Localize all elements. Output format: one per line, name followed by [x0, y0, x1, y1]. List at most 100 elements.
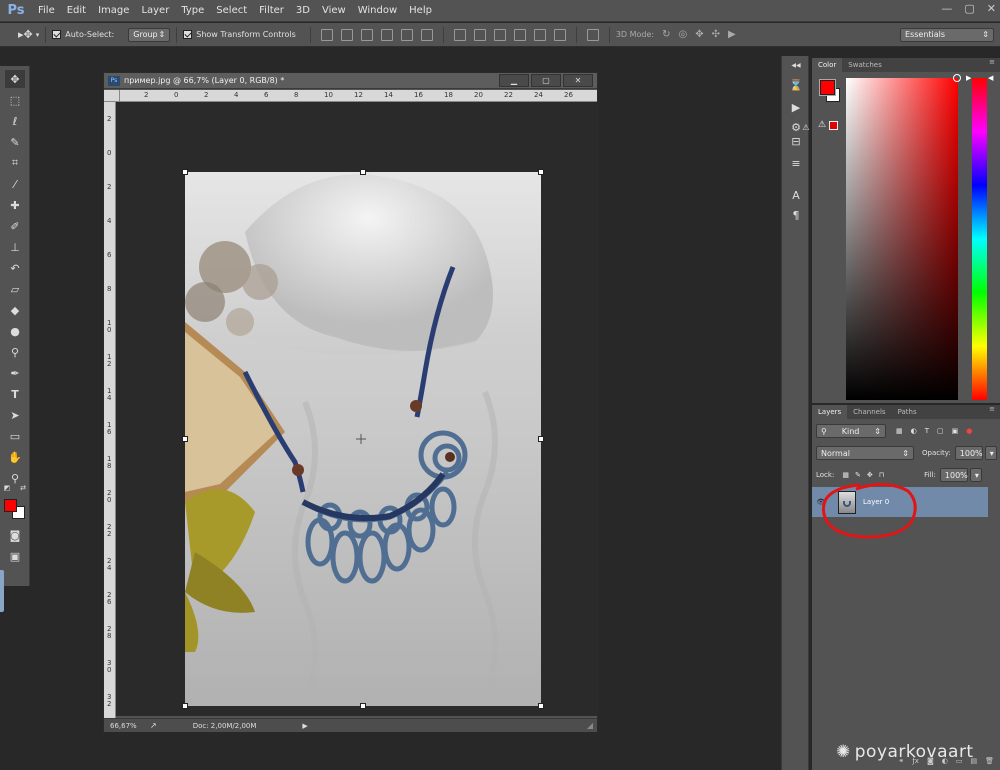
- transform-handle-tl[interactable]: [182, 169, 188, 175]
- pen-tool-icon[interactable]: ✒: [5, 364, 25, 382]
- collapsed-panel-tab[interactable]: [0, 570, 4, 612]
- align-top-icon[interactable]: [320, 28, 333, 41]
- filter-adjustment-icon[interactable]: ◐: [911, 427, 917, 435]
- move-tool-preset-icon[interactable]: ▸✥: [18, 28, 33, 41]
- paragraph-panel-icon[interactable]: ¶: [788, 208, 804, 222]
- filter-smart-object-icon[interactable]: ▣: [952, 427, 959, 435]
- tab-layers[interactable]: Layers: [812, 405, 848, 419]
- color-field[interactable]: [846, 78, 958, 400]
- close-button[interactable]: ✕: [987, 2, 996, 15]
- document-tab[interactable]: Ps пример.jpg @ 66,7% (Layer 0, RGB/8) *…: [104, 73, 597, 89]
- screen-mode-icon[interactable]: ▣: [5, 547, 25, 565]
- auto-select-checkbox[interactable]: [52, 30, 62, 39]
- history-panel-icon[interactable]: ⌛: [788, 78, 804, 92]
- doc-close-button[interactable]: ✕: [563, 74, 593, 87]
- hue-slider[interactable]: [972, 78, 987, 400]
- align-vcenter-icon[interactable]: [340, 28, 353, 41]
- opacity-input[interactable]: 100%: [954, 446, 983, 460]
- transform-handle-bc[interactable]: [360, 703, 366, 709]
- transform-handle-bl[interactable]: [182, 703, 188, 709]
- align-bottom-icon[interactable]: [360, 28, 373, 41]
- marquee-tool-icon[interactable]: ⬚: [5, 91, 25, 109]
- filter-pixel-icon[interactable]: ▦: [896, 427, 903, 435]
- fg-color-swatch[interactable]: [819, 79, 836, 96]
- quick-select-tool-icon[interactable]: ✎: [5, 133, 25, 151]
- menu-select[interactable]: Select: [210, 0, 253, 22]
- blend-mode-dropdown[interactable]: Normal ⇕: [816, 446, 914, 460]
- quick-mask-icon[interactable]: ◙: [5, 526, 25, 544]
- dodge-tool-icon[interactable]: ⚲: [5, 343, 25, 361]
- panel-menu-icon[interactable]: ≡: [989, 405, 1000, 419]
- distribute-bottom-icon[interactable]: [493, 28, 506, 41]
- align-right-icon[interactable]: [420, 28, 433, 41]
- distribute-hcenter-icon[interactable]: [533, 28, 546, 41]
- healing-brush-tool-icon[interactable]: ✚: [5, 196, 25, 214]
- fill-arrow-icon[interactable]: ▾: [969, 468, 982, 482]
- tab-channels[interactable]: Channels: [847, 405, 891, 419]
- crop-tool-icon[interactable]: ⌗: [5, 154, 25, 172]
- type-tool-icon[interactable]: T: [5, 385, 25, 403]
- transform-handle-br[interactable]: [538, 703, 544, 709]
- tab-swatches[interactable]: Swatches: [842, 58, 887, 72]
- adjustments-panel-icon[interactable]: ≡: [788, 156, 804, 170]
- distribute-right-icon[interactable]: [553, 28, 566, 41]
- hand-tool-icon[interactable]: ✋: [5, 448, 25, 466]
- hue-slider-marker-right-icon[interactable]: ◀: [988, 74, 993, 82]
- gamut-color-chip[interactable]: [829, 121, 838, 130]
- 3d-roll-icon[interactable]: ◎: [679, 29, 688, 40]
- menu-view[interactable]: View: [316, 0, 352, 22]
- panel-menu-icon[interactable]: ≡: [989, 58, 1000, 72]
- menu-file[interactable]: File: [32, 0, 61, 22]
- photo-layer-image[interactable]: [185, 172, 541, 706]
- 3d-drag-icon[interactable]: ✥: [695, 29, 703, 40]
- default-colors-icon[interactable]: ◩: [2, 484, 12, 492]
- doc-restore-button[interactable]: ▢: [531, 74, 561, 87]
- 3d-camera-icon[interactable]: ▶: [728, 29, 736, 40]
- export-icon[interactable]: ↗: [150, 721, 157, 730]
- clone-stamp-tool-icon[interactable]: ⊥: [5, 238, 25, 256]
- dock-collapse-icon[interactable]: ◀◀: [788, 58, 804, 72]
- align-left-icon[interactable]: [380, 28, 393, 41]
- transform-handle-mr[interactable]: [538, 436, 544, 442]
- tab-paths[interactable]: Paths: [892, 405, 923, 419]
- doc-minimize-button[interactable]: ▁: [499, 74, 529, 87]
- status-menu-arrow-icon[interactable]: ▶: [302, 722, 307, 730]
- swap-colors-icon[interactable]: ⇄: [18, 484, 28, 492]
- 3d-rotate-icon[interactable]: ↻: [662, 29, 670, 40]
- filter-kind-dropdown[interactable]: ⚲ Kind ⇕: [816, 424, 886, 438]
- transform-handle-ml[interactable]: [182, 436, 188, 442]
- filter-toggle-icon[interactable]: ●: [966, 427, 972, 435]
- resize-grip-icon[interactable]: ◢: [587, 721, 593, 730]
- warning-icon[interactable]: ⚠: [802, 120, 810, 134]
- paint-bucket-tool-icon[interactable]: ◆: [5, 301, 25, 319]
- distribute-left-icon[interactable]: [513, 28, 526, 41]
- opacity-arrow-icon[interactable]: ▾: [984, 446, 997, 460]
- out-of-gamut-warning-icon[interactable]: ⚠: [818, 120, 826, 130]
- tab-color[interactable]: Color: [812, 58, 843, 72]
- minimize-button[interactable]: —: [941, 2, 952, 15]
- menu-layer[interactable]: Layer: [135, 0, 175, 22]
- lasso-tool-icon[interactable]: ℓ: [5, 112, 25, 130]
- history-brush-tool-icon[interactable]: ↶: [5, 259, 25, 277]
- transform-handle-tr[interactable]: [538, 169, 544, 175]
- delete-layer-icon[interactable]: 🗑: [985, 757, 994, 765]
- actions-panel-icon[interactable]: ▶: [788, 100, 804, 114]
- blur-tool-icon[interactable]: ●: [5, 322, 25, 340]
- vertical-ruler[interactable]: 2 0 2 4 6 8 10 12 14 16 18 20 22 24 26 28 30 32: [104, 102, 116, 718]
- auto-select-dropdown[interactable]: Group ⇕: [128, 27, 171, 42]
- menu-type[interactable]: Type: [175, 0, 210, 22]
- transform-handle-tc[interactable]: [360, 169, 366, 175]
- horizontal-ruler[interactable]: 2 0 2 4 6 8 10 12 14 16 18 20 22 24 26: [120, 90, 597, 102]
- distribute-vcenter-icon[interactable]: [473, 28, 486, 41]
- brush-tool-icon[interactable]: ✐: [5, 217, 25, 235]
- 3d-slide-icon[interactable]: ✣: [712, 29, 720, 40]
- menu-help[interactable]: Help: [403, 0, 438, 22]
- fill-input[interactable]: 100%: [939, 468, 968, 482]
- rectangle-tool-icon[interactable]: ▭: [5, 427, 25, 445]
- character-panel-icon[interactable]: A: [788, 188, 804, 202]
- path-selection-tool-icon[interactable]: ➤: [5, 406, 25, 424]
- align-hcenter-icon[interactable]: [400, 28, 413, 41]
- menu-window[interactable]: Window: [352, 0, 403, 22]
- eraser-tool-icon[interactable]: ▱: [5, 280, 25, 298]
- foreground-color-swatch[interactable]: [4, 499, 17, 512]
